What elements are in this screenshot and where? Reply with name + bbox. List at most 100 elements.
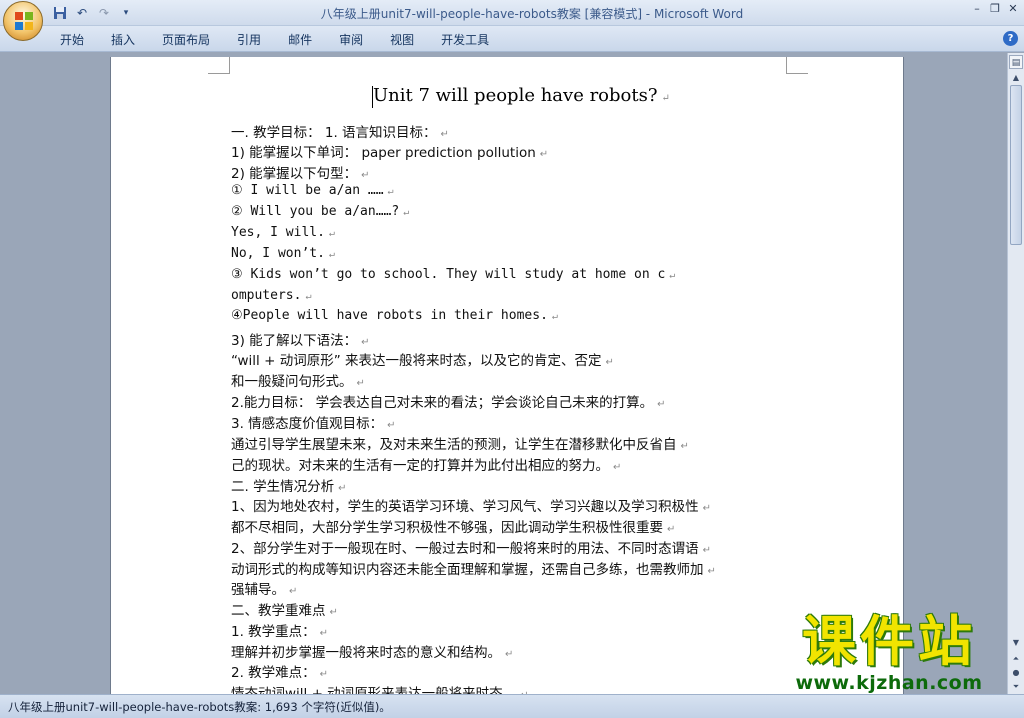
tab-page-layout[interactable]: 页面布局 — [162, 31, 210, 48]
tab-review[interactable]: 审阅 — [339, 31, 363, 48]
paragraph-mark-icon: ↵ — [319, 669, 329, 680]
document-line-text: 2、部分学生对于一般现在时、一般过去时和一般将来时的用法、不同时态谓语 — [231, 541, 699, 557]
document-line-text: No, I won’t. — [231, 246, 325, 261]
browse-object-icon[interactable]: ● — [1009, 666, 1023, 680]
paragraph-mark-icon: ↵ — [669, 270, 676, 281]
paragraph-mark-icon: ↵ — [702, 503, 711, 514]
watermark-url: www.kjzhan.com — [795, 672, 983, 694]
tab-insert[interactable]: 插入 — [111, 31, 135, 48]
document-line: 情态动词will + 动词原形来表达一般将来时态。↵ — [231, 682, 529, 694]
document-line: 3) 能了解以下语法： ↵ — [231, 329, 370, 349]
paragraph-mark-icon: ↵ — [361, 337, 370, 348]
paragraph-mark-icon: ↵ — [328, 228, 335, 239]
document-line: 理解并初步掌握一般将来时态的意义和结构。 ↵ — [231, 641, 513, 661]
document-line: ③ Kids won’t go to school. They will stu… — [231, 267, 675, 282]
document-line-text: 3) 能了解以下语法： — [231, 333, 358, 349]
tab-developer[interactable]: 开发工具 — [441, 31, 489, 48]
watermark: 课件站 www.kjzhan.com — [776, 610, 1002, 695]
paragraph-mark-icon: ↵ — [707, 566, 716, 577]
document-line: 强辅导。 ↵ — [231, 578, 297, 598]
document-line-text: 理解并初步掌握一般将来时态的意义和结构。 — [231, 645, 501, 661]
document-line-text: 强辅导。 — [231, 582, 285, 598]
ribbon: 开始 插入 页面布局 引用 邮件 审阅 视图 开发工具 ? — [0, 26, 1024, 52]
paragraph-mark-icon: ↵ — [329, 607, 338, 618]
document-line-text: ③ Kids won’t go to school. They will stu… — [231, 267, 666, 282]
document-line-text: ④People will have robots in their homes. — [231, 308, 548, 323]
document-line-text: “will + 动词原形” 来表达一般将来时态，以及它的肯定、否定 — [231, 353, 602, 369]
watermark-title: 课件站 — [802, 610, 976, 673]
document-line: 通过引导学生展望未来，及对未来生活的预测，让学生在潜移默化中反省自 ↵ — [231, 433, 689, 453]
document-area: Unit 7 will people have robots? ↵ 一. 教学目标… — [0, 53, 1007, 694]
paragraph-mark-icon: ↵ — [328, 249, 335, 260]
document-line: 1. 教学重点： ↵ — [231, 620, 328, 640]
document-line-text: 动词形式的构成等知识内容还未能全面理解和掌握，还需自己多练，也需教师加 — [231, 562, 704, 578]
paragraph-mark-icon: ↵ — [440, 129, 449, 140]
vertical-scrollbar[interactable]: ▤ ▲ ▼ ⏶ ● ⏷ — [1007, 53, 1024, 694]
office-button[interactable] — [3, 1, 43, 41]
document-line: 都不尽相同，大部分学生学习积极性不够强，因此调动学生积极性很重要 ↵ — [231, 516, 675, 536]
document-line-text: 通过引导学生展望未来，及对未来生活的预测，让学生在潜移默化中反省自 — [231, 437, 677, 453]
paragraph-mark-icon: ↵ — [361, 170, 370, 181]
document-line: 己的现状。对未来的生活有一定的打算并为此付出相应的努力。 ↵ — [231, 454, 621, 474]
paragraph-mark-icon: ↵ — [356, 378, 365, 389]
document-line: 二. 学生情况分析 ↵ — [231, 475, 346, 495]
document-line: Yes, I will. ↵ — [231, 225, 335, 240]
help-icon[interactable]: ? — [1003, 31, 1018, 46]
document-line: ② Will you be a/an……? ↵ — [231, 204, 409, 219]
document-line-text: ② Will you be a/an……? — [231, 204, 400, 219]
close-icon[interactable]: ✕ — [1006, 2, 1020, 16]
document-line-text: 2.能力目标： 学会表达自己对未来的看法；学会谈论自己未来的打算。 — [231, 395, 654, 411]
document-line: No, I won’t. ↵ — [231, 246, 335, 261]
minimize-icon[interactable]: – — [970, 2, 984, 16]
document-page[interactable]: Unit 7 will people have robots? ↵ 一. 教学目标… — [110, 57, 904, 694]
document-line: 和一般疑问句形式。 ↵ — [231, 370, 365, 390]
document-line-text: 1、因为地处农村，学生的英语学习环境、学习风气、学习兴趣以及学习积极性 — [231, 499, 699, 515]
ribbon-tabs: 开始 插入 页面布局 引用 邮件 审阅 视图 开发工具 — [60, 31, 516, 48]
tab-references[interactable]: 引用 — [237, 31, 261, 48]
document-line-text: omputers. — [231, 288, 302, 303]
document-line: 2) 能掌握以下句型： ↵ — [231, 162, 370, 182]
document-line-text: 二. 学生情况分析 — [231, 479, 335, 495]
status-bar: 八年级上册unit7-will-people-have-robots教案: 1,… — [0, 694, 1024, 718]
document-line-text: 2. 教学难点： — [231, 665, 316, 681]
document-line-text: ① I will be a/an …… — [231, 183, 384, 198]
office-logo-icon — [15, 12, 33, 30]
document-line: ④People will have robots in their homes.… — [231, 308, 558, 323]
ruler-toggle-icon[interactable]: ▤ — [1009, 55, 1023, 69]
scroll-down-icon[interactable]: ▼ — [1009, 636, 1023, 650]
document-line: “will + 动词原形” 来表达一般将来时态，以及它的肯定、否定 ↵ — [231, 349, 614, 369]
restore-icon[interactable]: ❐ — [988, 2, 1002, 16]
scrollbar-thumb[interactable] — [1010, 85, 1022, 245]
paragraph-mark-icon: ↵ — [539, 149, 549, 160]
document-line: 2、部分学生对于一般现在时、一般过去时和一般将来时的用法、不同时态谓语 ↵ — [231, 537, 711, 557]
document-line-text: 2) 能掌握以下句型： — [231, 166, 358, 182]
paragraph-mark-icon: ↵ — [403, 207, 410, 218]
paragraph-mark-icon: ↵ — [289, 586, 298, 597]
paragraph-mark-icon: ↵ — [551, 311, 558, 322]
paragraph-mark-icon: ↵ — [657, 399, 666, 410]
document-line: 2. 教学难点： ↵ — [231, 661, 328, 681]
status-text: 八年级上册unit7-will-people-have-robots教案: 1,… — [8, 700, 391, 714]
paragraph-mark-icon: ↵ — [319, 628, 329, 639]
document-line-text: 都不尽相同，大部分学生学习积极性不够强，因此调动学生积极性很重要 — [231, 520, 663, 536]
tab-home[interactable]: 开始 — [60, 31, 84, 48]
crop-mark-top-right — [786, 57, 808, 74]
title-bar: ↶ ↷ ▾ 八年级上册unit7-will-people-have-robots… — [0, 0, 1024, 26]
paragraph-mark-icon: ↵ — [613, 462, 622, 473]
previous-page-icon[interactable]: ⏶ — [1009, 652, 1023, 666]
document-line-text: 3. 情感态度价值观目标： — [231, 416, 384, 432]
window-title: 八年级上册unit7-will-people-have-robots教案 [兼容… — [320, 7, 744, 21]
paragraph-mark-icon: ↵ — [387, 420, 396, 431]
paragraph-mark-icon: ↵ — [338, 483, 347, 494]
document-line-text: Yes, I will. — [231, 225, 325, 240]
document-line: 1) 能掌握以下单词： paper prediction pollution ↵ — [231, 141, 548, 161]
paragraph-mark-icon: ↵ — [680, 441, 689, 452]
tab-mailings[interactable]: 邮件 — [288, 31, 312, 48]
next-page-icon[interactable]: ⏷ — [1009, 680, 1023, 694]
paragraph-mark-icon: ↵ — [605, 357, 614, 368]
window-controls: – ❐ ✕ — [970, 2, 1020, 16]
paragraph-mark-icon: ↵ — [305, 291, 312, 302]
tab-view[interactable]: 视图 — [390, 31, 414, 48]
document-line: 3. 情感态度价值观目标： ↵ — [231, 412, 396, 432]
scroll-up-icon[interactable]: ▲ — [1009, 71, 1023, 85]
